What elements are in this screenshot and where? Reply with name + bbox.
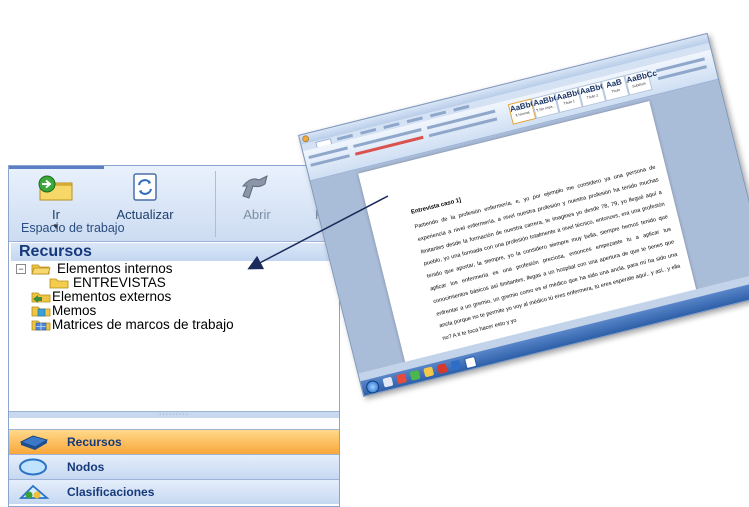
annotation-arrow (247, 195, 389, 270)
